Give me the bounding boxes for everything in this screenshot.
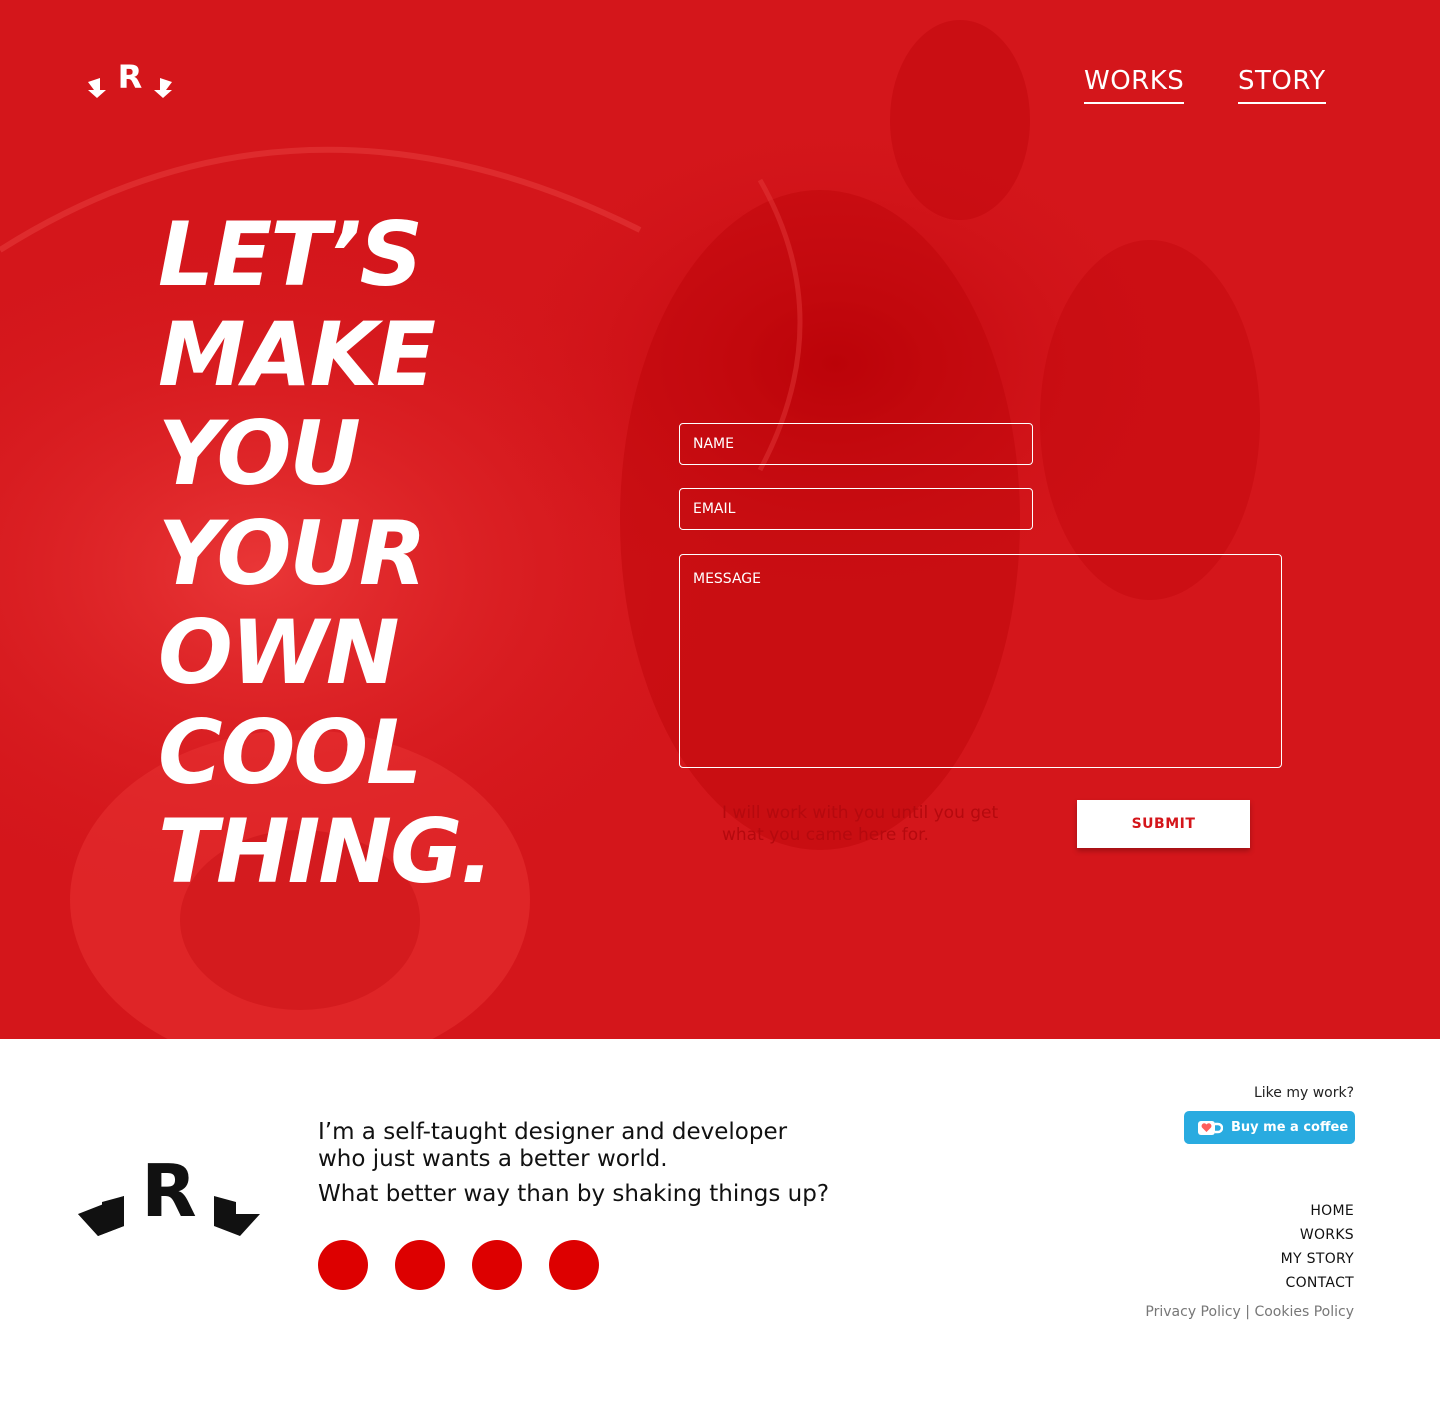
headline-line: MAKE bbox=[158, 302, 436, 406]
headline-line: OWN bbox=[158, 601, 400, 704]
name-input[interactable] bbox=[679, 423, 1033, 465]
submit-button[interactable]: SUBMIT bbox=[1077, 800, 1250, 848]
tagline-line: who just wants a better world. bbox=[318, 1146, 668, 1172]
form-note: I will work with you until you get what … bbox=[722, 803, 999, 845]
footer-nav-works[interactable]: WORKS bbox=[1281, 1223, 1354, 1247]
privacy-policy-link[interactable]: Privacy Policy bbox=[1145, 1304, 1240, 1320]
nav-works-link[interactable]: WORKS bbox=[1084, 66, 1185, 104]
hero-section: R WORKS STORY LET’S MAKE YOU YOUR OWN CO… bbox=[0, 0, 1440, 1039]
nav-story-link[interactable]: STORY bbox=[1238, 66, 1326, 104]
social-icon-1[interactable] bbox=[318, 1240, 368, 1290]
tagline-line: What better way than by shaking things u… bbox=[318, 1181, 830, 1207]
social-icon-2[interactable] bbox=[395, 1240, 445, 1290]
svg-text:R: R bbox=[141, 1156, 196, 1233]
headline-line: LET’S bbox=[158, 203, 423, 306]
coffee-cup-icon bbox=[1198, 1120, 1223, 1135]
message-input[interactable] bbox=[679, 554, 1282, 768]
buy-coffee-button[interactable]: Buy me a coffee bbox=[1184, 1111, 1355, 1144]
buy-coffee-label: Buy me a coffee bbox=[1231, 1120, 1349, 1135]
social-icon-3[interactable] bbox=[472, 1240, 522, 1290]
email-input[interactable] bbox=[679, 488, 1033, 530]
footer-logo-icon[interactable]: R bbox=[76, 1156, 262, 1238]
headline-line: YOU bbox=[158, 402, 361, 505]
footer-nav-home[interactable]: HOME bbox=[1281, 1199, 1354, 1223]
svg-text:R: R bbox=[118, 58, 143, 96]
footer-nav-contact[interactable]: CONTACT bbox=[1281, 1271, 1354, 1295]
tagline-line: I’m a self-taught designer and developer bbox=[318, 1119, 788, 1145]
hero-headline: LET’S MAKE YOU YOUR OWN COOL THING. bbox=[158, 205, 618, 902]
footer-tagline: I’m a self-taught designer and developer… bbox=[318, 1119, 938, 1208]
cookies-policy-link[interactable]: Cookies Policy bbox=[1254, 1304, 1354, 1320]
logo-icon[interactable]: R bbox=[86, 58, 174, 98]
headline-line: THING. bbox=[158, 800, 494, 903]
like-my-work-text: Like my work? bbox=[1253, 1085, 1354, 1101]
legal-links: Privacy Policy | Cookies Policy bbox=[1145, 1304, 1354, 1320]
social-icon-4[interactable] bbox=[549, 1240, 599, 1290]
headline-line: YOUR bbox=[158, 501, 427, 605]
footer-nav: HOME WORKS MY STORY CONTACT bbox=[1281, 1199, 1354, 1295]
footer-nav-my-story[interactable]: MY STORY bbox=[1281, 1247, 1354, 1271]
footer: R I’m a self-taught designer and develop… bbox=[0, 1039, 1440, 1406]
headline-line: COOL bbox=[158, 700, 422, 804]
legal-separator: | bbox=[1240, 1304, 1255, 1320]
